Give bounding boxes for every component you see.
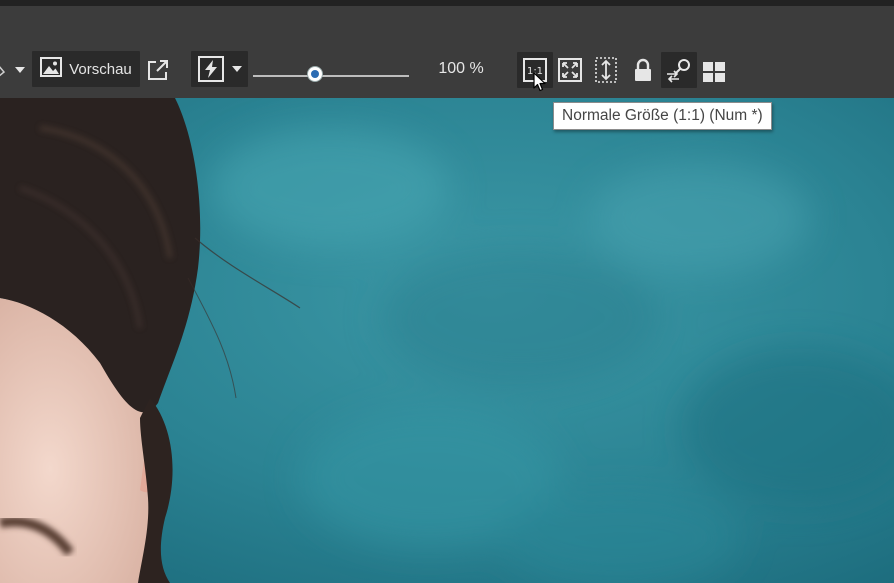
fit-window-icon[interactable] [557, 57, 583, 83]
chevron-down-icon [231, 66, 242, 72]
zoom-level-label: 100 % [438, 60, 484, 77]
lock-icon[interactable] [631, 57, 655, 83]
preview-button[interactable]: Vorschau [32, 51, 140, 87]
external-link-icon[interactable] [145, 57, 171, 83]
zoom-slider-track[interactable] [253, 75, 409, 77]
grid-icon[interactable] [702, 61, 726, 83]
quick-develop-dropdown[interactable] [191, 51, 248, 87]
actual-size-tooltip: Normale Größe (1:1) (Num *) [553, 102, 772, 130]
compare-search-icon [665, 57, 693, 83]
photo-viewer-canvas[interactable] [0, 98, 894, 583]
zoom-slider-thumb[interactable] [308, 67, 323, 81]
image-icon [40, 56, 63, 82]
preview-label: Vorschau [69, 60, 132, 78]
portrait-photo [0, 98, 894, 583]
mouse-cursor-icon [533, 72, 547, 97]
compare-button[interactable] [661, 52, 697, 88]
chevron-down-icon[interactable] [12, 63, 28, 77]
viewer-toolbar: Vorschau 100 % 1:1 [0, 6, 894, 98]
lightning-icon [197, 56, 224, 82]
clipped-left-item [0, 63, 6, 77]
fit-height-icon[interactable] [593, 57, 619, 83]
